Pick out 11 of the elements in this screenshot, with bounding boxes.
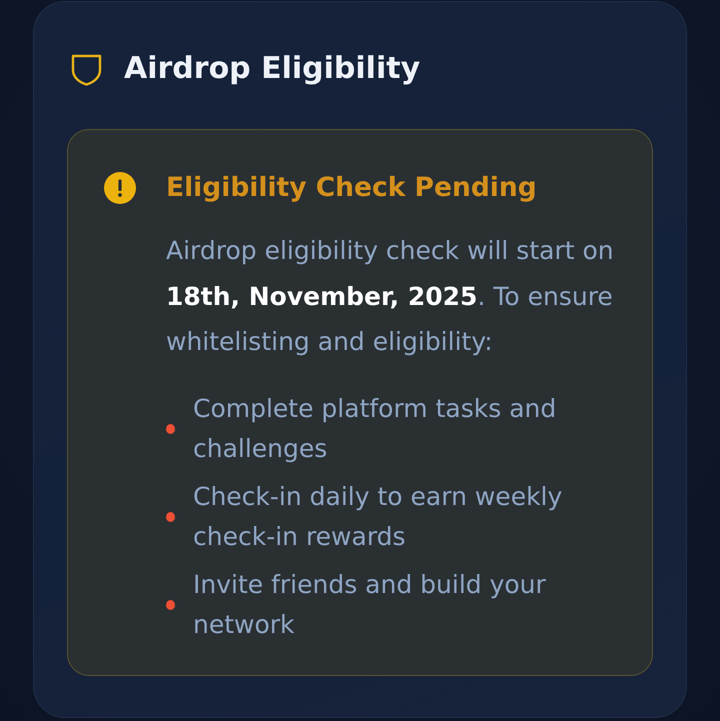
- checklist-item: Check-in daily to earn weekly check-in rewards: [193, 480, 564, 552]
- exclamation-circle-icon: [104, 172, 136, 204]
- checklist-item: Complete platform tasks and challenges: [193, 392, 558, 464]
- card-title: Airdrop Eligibility: [124, 50, 420, 88]
- bullet-dot-icon: [166, 424, 175, 434]
- notice-message: Airdrop eligibility check will start on 18th, November, 2025. To ensure whitelisting and eligibility:: [166, 235, 615, 358]
- bullet-dot-icon: [166, 512, 175, 522]
- bullet-dot-icon: [166, 600, 175, 610]
- shield-icon: [71, 52, 102, 86]
- notice-heading: Eligibility Check Pending: [166, 171, 538, 205]
- checklist-item: Invite friends and build your network: [193, 568, 547, 640]
